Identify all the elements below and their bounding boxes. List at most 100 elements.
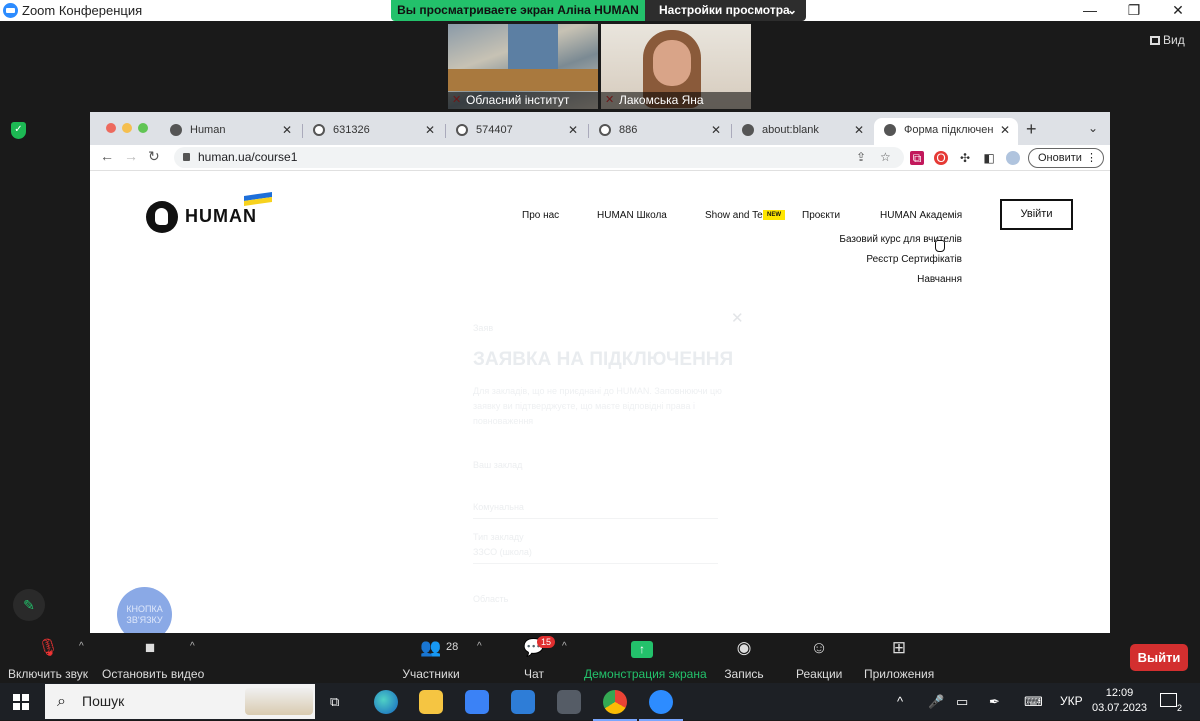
edge-browser-icon[interactable] <box>374 690 398 714</box>
field-underline <box>473 518 718 519</box>
browser-tab-active[interactable]: Форма підключення ✕ <box>874 118 1018 145</box>
leave-meeting-button[interactable]: Выйти <box>1130 644 1188 671</box>
participants-count: 28 <box>446 641 459 653</box>
nav-school[interactable]: HUMAN Школа <box>597 210 667 221</box>
minimize-window-icon[interactable] <box>122 123 132 133</box>
type-select[interactable]: ЗЗСО (школа) <box>473 547 532 557</box>
record-icon: ◉ <box>736 638 752 657</box>
task-view-icon[interactable]: ⧉ <box>330 694 339 710</box>
login-button[interactable]: Увійти <box>1000 199 1073 230</box>
microphone-tray-icon[interactable]: 🎤 <box>928 694 944 710</box>
participant-video-tile[interactable]: ✕ Обласний інститут <box>448 24 598 109</box>
browser-tab[interactable]: 886 ✕ <box>589 118 729 145</box>
camera-icon[interactable] <box>557 690 581 714</box>
profile-avatar-icon[interactable] <box>1006 151 1020 165</box>
share-screen-button[interactable]: ↑ Демонстрация экрана <box>584 637 707 681</box>
opera-extension-icon[interactable]: O <box>934 151 948 165</box>
puzzle-extensions-icon[interactable]: ✣ <box>958 151 972 165</box>
apps-label: Приложения <box>864 667 935 681</box>
network-icon[interactable]: ▭ <box>956 694 968 710</box>
view-label: Вид <box>1163 33 1185 47</box>
nav-academy[interactable]: HUMAN Академія <box>880 210 962 221</box>
view-options-button[interactable]: Настройки просмотра ⌄ <box>645 0 806 21</box>
reload-icon[interactable]: ↻ <box>148 148 160 165</box>
update-button[interactable]: Оновити ⋮ <box>1028 148 1104 168</box>
browser-tab[interactable]: about:blank ✕ <box>732 118 872 145</box>
browser-tab[interactable]: 574407 ✕ <box>446 118 586 145</box>
hand-cursor-icon <box>935 240 945 252</box>
windows-start-icon[interactable] <box>13 694 29 710</box>
notification-count: 2 <box>1176 703 1182 713</box>
close-tab-icon[interactable]: ✕ <box>711 118 721 142</box>
modal-kicker: Заяв <box>473 323 494 333</box>
chat-options-chevron-icon[interactable]: ^ <box>562 641 567 652</box>
bookmark-star-icon[interactable]: ☆ <box>880 147 891 168</box>
audio-options-chevron-icon[interactable]: ^ <box>79 641 84 652</box>
close-tab-icon[interactable]: ✕ <box>282 118 292 142</box>
new-tab-icon[interactable]: + <box>1026 119 1037 140</box>
tab-search-chevron-icon[interactable]: ⌄ <box>1088 121 1098 135</box>
extension-icon[interactable]: ⧉ <box>910 151 924 165</box>
address-bar[interactable]: human.ua/course1 ⇪ ☆ <box>174 147 904 168</box>
reactions-button[interactable]: ☺ Реакции <box>796 637 842 681</box>
tab-title: Human <box>190 124 226 136</box>
share-banner-text: Вы просматриваете экран Аліна HUMAN <box>391 0 645 21</box>
close-window-icon[interactable] <box>106 123 116 133</box>
pen-tray-icon[interactable]: ✒ <box>989 694 1000 710</box>
keyboard-icon[interactable]: ⌨ <box>1024 694 1043 710</box>
human-favicon-icon <box>170 124 182 136</box>
nav-projects[interactable]: Проєкти <box>802 210 840 221</box>
zoom-window-icon[interactable] <box>138 123 148 133</box>
submenu-learning[interactable]: Навчання <box>917 274 962 285</box>
stop-video-button[interactable]: ■ Остановить видео <box>102 637 204 681</box>
smiley-add-icon: ☺ <box>810 638 828 657</box>
system-clock[interactable]: 12:09 03.07.2023 <box>1092 686 1147 716</box>
ownership-select[interactable]: Комунальна <box>473 502 524 512</box>
nav-about[interactable]: Про нас <box>522 210 559 221</box>
participants-options-chevron-icon[interactable]: ^ <box>477 641 482 652</box>
windows-taskbar: ⌕ Пошук ⧉ ^ 🎤 ▭ ✒ ⌨ УКР 12:09 03.07.2023… <box>0 683 1200 721</box>
more-menu-icon[interactable]: ⋮ <box>1086 149 1097 167</box>
reactions-label: Реакции <box>796 667 843 681</box>
taskbar-search-box[interactable]: ⌕ Пошук <box>45 684 315 719</box>
window-title: Zoom Конференция <box>22 3 143 18</box>
logo-text[interactable]: HUMAN <box>185 206 257 227</box>
side-panel-icon[interactable]: ◧ <box>982 151 996 165</box>
share-page-icon[interactable]: ⇪ <box>856 147 866 168</box>
record-button[interactable]: ◉ Запись <box>722 637 766 681</box>
screen-share-banner: Вы просматриваете экран Аліна HUMAN Наст… <box>391 0 806 21</box>
minimize-icon[interactable]: — <box>1068 0 1112 21</box>
contact-button[interactable]: КНОПКА ЗВ'ЯЗКУ <box>117 587 172 633</box>
zoom-app-icon[interactable] <box>639 690 683 721</box>
forward-icon[interactable]: → <box>124 148 138 164</box>
chrome-browser-icon[interactable] <box>593 690 637 721</box>
tray-overflow-chevron-icon[interactable]: ^ <box>897 694 903 709</box>
mail-icon[interactable] <box>511 690 535 714</box>
close-tab-icon[interactable]: ✕ <box>1000 118 1010 142</box>
language-indicator[interactable]: УКР <box>1060 694 1083 708</box>
back-icon[interactable]: ← <box>100 148 114 164</box>
close-tab-icon[interactable]: ✕ <box>854 118 864 142</box>
notifications-icon[interactable]: 2 <box>1160 693 1182 713</box>
close-icon[interactable]: ✕ <box>1156 0 1200 21</box>
apps-button[interactable]: ⊞ Приложения <box>864 637 934 681</box>
share-screen-label: Демонстрация экрана <box>584 667 707 681</box>
submenu-certificates[interactable]: Реєстр Сертифікатів <box>866 254 962 265</box>
close-tab-icon[interactable]: ✕ <box>425 118 435 142</box>
security-shield-icon[interactable]: ✓ <box>11 122 26 139</box>
close-tab-icon[interactable]: ✕ <box>568 118 578 142</box>
annotate-pen-icon[interactable]: ✎ <box>13 589 45 621</box>
video-options-chevron-icon[interactable]: ^ <box>190 641 195 652</box>
modal-close-icon[interactable]: ✕ <box>731 309 744 327</box>
zoom-logo-icon <box>3 3 18 18</box>
human-logo-icon[interactable] <box>146 201 178 233</box>
file-explorer-icon[interactable] <box>419 690 443 714</box>
view-button[interactable]: Вид <box>1150 33 1185 47</box>
nav-show-and-tell[interactable]: Show and Tell <box>705 210 765 221</box>
browser-tab[interactable]: Human ✕ <box>160 118 300 145</box>
browser-tab[interactable]: 631326 ✕ <box>303 118 443 145</box>
store-icon[interactable] <box>465 690 489 714</box>
participant-video-tile[interactable]: ✕ Лакомська Яна <box>601 24 751 109</box>
restore-icon[interactable]: ❐ <box>1112 0 1156 21</box>
unmute-button[interactable]: 🎙 Включить звук <box>8 637 88 681</box>
